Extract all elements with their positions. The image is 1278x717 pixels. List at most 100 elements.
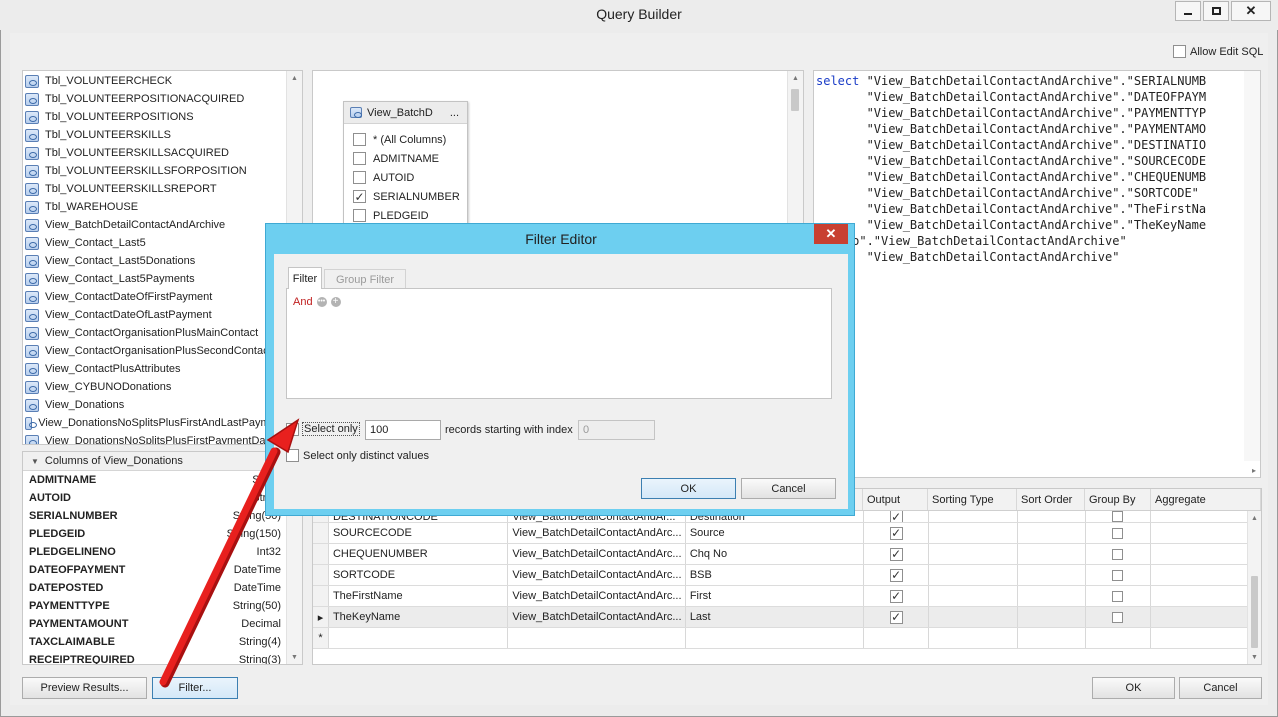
allow-edit-sql-checkbox[interactable] bbox=[1173, 45, 1186, 58]
allow-edit-sql[interactable]: Allow Edit SQL bbox=[1173, 45, 1263, 58]
object-list-item[interactable]: View_ContactPlusAttributes bbox=[23, 360, 285, 378]
grid-cell-column[interactable]: TheFirstName bbox=[329, 586, 509, 606]
grid-cell-sorting-type[interactable] bbox=[929, 511, 1018, 522]
row-indicator[interactable]: ▸ bbox=[313, 607, 329, 627]
grid-cell-output[interactable]: ✓ bbox=[864, 607, 930, 627]
grid-header-cell[interactable]: Group By bbox=[1085, 489, 1151, 510]
object-list-item[interactable]: View_BatchDetailContactAndArchive bbox=[23, 216, 285, 234]
grid-cell-aggregate[interactable] bbox=[1151, 544, 1261, 564]
output-checkbox[interactable]: ✓ bbox=[889, 547, 903, 561]
object-list-item[interactable]: View_DonationsNoSplitsPlusFirstAndLastPa… bbox=[23, 414, 285, 432]
grid-cell-aggregate[interactable] bbox=[1151, 586, 1261, 606]
output-checkbox[interactable]: ✓ bbox=[889, 610, 903, 624]
row-indicator[interactable] bbox=[313, 523, 329, 543]
grid-cell-alias[interactable]: First bbox=[686, 586, 865, 606]
object-list-item[interactable]: View_ContactDateOfLastPayment bbox=[23, 306, 285, 324]
object-list-item[interactable]: Tbl_VOLUNTEERSKILLSREPORT bbox=[23, 180, 285, 198]
group-by-checkbox[interactable] bbox=[1112, 611, 1124, 623]
grid-cell-group-by[interactable] bbox=[1086, 544, 1152, 564]
group-by-checkbox[interactable] bbox=[1112, 511, 1124, 522]
grid-cell-alias[interactable]: Last bbox=[686, 607, 865, 627]
filter-cancel-button[interactable]: Cancel bbox=[741, 478, 836, 499]
grid-cell-group-by[interactable] bbox=[1086, 523, 1152, 543]
grid-cell-aggregate[interactable] bbox=[1151, 628, 1261, 648]
maximize-button[interactable] bbox=[1203, 1, 1229, 21]
filter-ok-button[interactable]: OK bbox=[641, 478, 736, 499]
grid-cell-aggregate[interactable] bbox=[1151, 607, 1261, 627]
tab-group-filter[interactable]: Group Filter bbox=[324, 269, 406, 289]
table-field[interactable]: ADMITNAME bbox=[344, 149, 467, 168]
grid-cell-output[interactable]: ✓ bbox=[864, 544, 930, 564]
object-list-item[interactable]: Tbl_VOLUNTEERPOSITIONACQUIRED bbox=[23, 90, 285, 108]
grid-cell-output[interactable] bbox=[864, 628, 930, 648]
grid-cell-sort-order[interactable] bbox=[1018, 511, 1086, 522]
grid-cell-alias[interactable]: Source bbox=[686, 523, 865, 543]
group-by-checkbox[interactable] bbox=[1112, 590, 1124, 602]
object-list-item[interactable]: Tbl_VOLUNTEERSKILLSFORPOSITION bbox=[23, 162, 285, 180]
grid-cell-sorting-type[interactable] bbox=[929, 523, 1018, 543]
grid-header-cell[interactable]: Sorting Type bbox=[928, 489, 1017, 510]
sql-text[interactable]: select "View_BatchDetailContactAndArchiv… bbox=[814, 71, 1244, 265]
object-list-item[interactable]: View_ContactOrganisationPlusMainContact bbox=[23, 324, 285, 342]
object-list-item[interactable]: View_Contact_Last5Payments bbox=[23, 270, 285, 288]
grid-cell-sorting-type[interactable] bbox=[929, 544, 1018, 564]
column-row[interactable]: PAYMENTTYPE String(50) bbox=[23, 597, 285, 615]
grid-cell-sorting-type[interactable] bbox=[929, 565, 1018, 585]
scroll-down-icon[interactable]: ▼ bbox=[1251, 654, 1258, 661]
grid-cell-sorting-type[interactable] bbox=[929, 586, 1018, 606]
grid-cell-output[interactable]: ✓ bbox=[864, 523, 930, 543]
grid-cell-aggregate[interactable] bbox=[1151, 523, 1261, 543]
grid-cell-group-by[interactable] bbox=[1086, 586, 1152, 606]
grid-cell-column[interactable]: SORTCODE bbox=[329, 565, 509, 585]
column-row[interactable]: DATEOFPAYMENT DateTime bbox=[23, 561, 285, 579]
grid-cell-table[interactable]: View_BatchDetailContactAndArc... bbox=[508, 586, 686, 606]
table-row[interactable]: CHEQUENUMBER View_BatchDetailContactAndAr… bbox=[313, 544, 1261, 565]
preview-results-button[interactable]: Preview Results... bbox=[22, 677, 147, 699]
field-checkbox[interactable]: ✓ bbox=[353, 190, 366, 203]
add-condition-icon[interactable]: + bbox=[330, 297, 341, 307]
table-row[interactable]: ▸ TheKeyName View_BatchDetailContactAndArc… bbox=[313, 607, 1261, 628]
grid-cell-output[interactable]: ✓ bbox=[864, 586, 930, 606]
row-indicator[interactable] bbox=[313, 565, 329, 585]
grid-cell-aggregate[interactable] bbox=[1151, 565, 1261, 585]
column-row[interactable]: PAYMENTAMOUNT Decimal bbox=[23, 615, 285, 633]
object-list-item[interactable]: Tbl_VOLUNTEERSKILLSACQUIRED bbox=[23, 144, 285, 162]
sql-panel[interactable]: select "View_BatchDetailContactAndArchiv… bbox=[813, 70, 1261, 478]
scroll-up-icon[interactable]: ▲ bbox=[291, 75, 298, 82]
grid-cell-sorting-type[interactable] bbox=[929, 607, 1018, 627]
grid-cell-group-by[interactable] bbox=[1086, 607, 1152, 627]
output-checkbox[interactable]: ✓ bbox=[889, 568, 903, 582]
scroll-thumb[interactable] bbox=[1251, 576, 1258, 648]
scroll-up-icon[interactable]: ▲ bbox=[1251, 515, 1258, 522]
grid-header-cell[interactable]: Aggregate bbox=[1151, 489, 1261, 510]
grid-cell-table[interactable]: View_BatchDetailContactAndArc... bbox=[508, 607, 686, 627]
select-only-option[interactable]: ✓ Select only bbox=[286, 422, 360, 436]
collapse-icon[interactable]: ▼ bbox=[31, 457, 39, 466]
object-list-item[interactable]: Tbl_WAREHOUSE bbox=[23, 198, 285, 216]
scroll-up-icon[interactable]: ▲ bbox=[792, 75, 799, 82]
table-field[interactable]: * (All Columns) bbox=[344, 130, 467, 149]
scroll-thumb[interactable] bbox=[791, 89, 799, 111]
object-list-item[interactable]: View_Contact_Last5 bbox=[23, 234, 285, 252]
grid-cell-table[interactable]: View_BatchDetailContactAndArc... bbox=[508, 544, 686, 564]
object-list-item[interactable]: View_ContactOrganisationPlusSecondContac… bbox=[23, 342, 285, 360]
minimize-button[interactable] bbox=[1175, 1, 1201, 21]
close-button[interactable]: ✕ bbox=[1231, 1, 1271, 21]
grid-cell-column[interactable] bbox=[329, 628, 509, 648]
table-field[interactable]: ✓ SERIALNUMBER bbox=[344, 187, 467, 206]
grid-cell-column[interactable]: SOURCECODE bbox=[329, 523, 509, 543]
sql-scrollbar[interactable] bbox=[1244, 71, 1260, 461]
grid-cell-sort-order[interactable] bbox=[1018, 523, 1086, 543]
field-checkbox[interactable] bbox=[353, 152, 366, 165]
grid-cell-sort-order[interactable] bbox=[1018, 565, 1086, 585]
grid-cell-aggregate[interactable] bbox=[1151, 511, 1261, 522]
group-by-checkbox[interactable] bbox=[1112, 548, 1124, 560]
scroll-down-icon[interactable]: ▼ bbox=[291, 654, 298, 661]
field-checkbox[interactable] bbox=[353, 171, 366, 184]
columns-panel-header[interactable]: ▼ Columns of View_Donations bbox=[23, 452, 302, 471]
group-by-checkbox[interactable] bbox=[1112, 527, 1124, 539]
grid-cell-sort-order[interactable] bbox=[1018, 607, 1086, 627]
grid-cell-sort-order[interactable] bbox=[1018, 544, 1086, 564]
group-operator[interactable]: And bbox=[293, 296, 313, 308]
grid-cell-table[interactable] bbox=[508, 628, 686, 648]
